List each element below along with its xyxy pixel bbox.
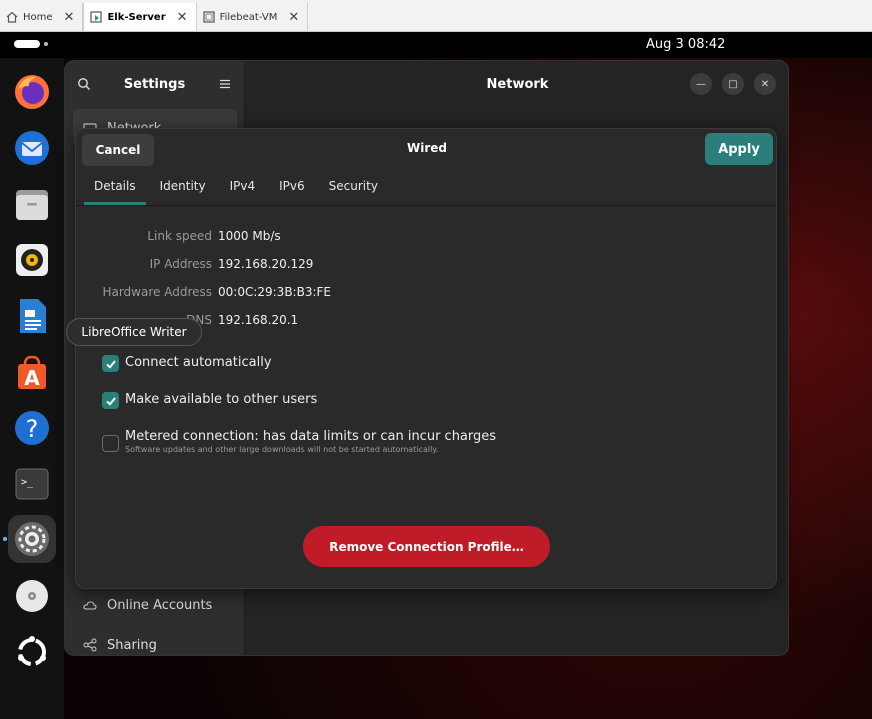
vm-tab-home[interactable]: Home ✕ (0, 3, 84, 31)
dock-settings[interactable] (8, 515, 56, 563)
detail-row-ip-address: IP Address 192.168.20.129 (76, 257, 776, 275)
tab-security[interactable]: Security (319, 175, 388, 205)
apply-button[interactable]: Apply (705, 133, 773, 165)
option-label: Metered connection: has data limits or c… (125, 429, 497, 444)
checkmark-icon (105, 359, 116, 369)
tab-identity[interactable]: Identity (150, 175, 216, 205)
workspace-dot-icon (44, 42, 48, 46)
wired-dialog: Cancel Wired Apply Details Identity IPv4… (75, 128, 777, 589)
checkbox-checked[interactable] (102, 355, 119, 372)
help-icon: ? (15, 411, 49, 445)
option-sublabel: Software updates and other large downloa… (125, 445, 439, 454)
detail-value: 192.168.20.129 (218, 257, 314, 271)
vm-tab-label: Filebeat-VM (219, 11, 278, 23)
option-label: Connect automatically (125, 355, 272, 370)
dock: A ? >_ (0, 58, 64, 719)
tabs-divider (76, 205, 776, 206)
vm-tab-filebeat[interactable]: Filebeat-VM ✕ (197, 3, 309, 31)
close-icon: ✕ (760, 78, 770, 90)
svg-text:A: A (24, 366, 40, 390)
sidebar-item-label: Online Accounts (107, 597, 213, 613)
dock-app-center[interactable]: A (8, 348, 56, 396)
thunderbird-icon (15, 131, 49, 165)
top-bar: Aug 3 08:42 (0, 32, 872, 58)
close-icon[interactable]: ✕ (64, 10, 75, 25)
available-to-other-users-option[interactable]: Make available to other users (102, 392, 317, 409)
vm-tab-label: Elk-Server (107, 11, 166, 23)
home-icon (6, 11, 18, 23)
dialog-title: Wired (407, 141, 447, 155)
vm-running-icon (90, 11, 103, 23)
minimize-icon: — (696, 78, 706, 90)
settings-gear-icon (15, 522, 49, 556)
dock-terminal[interactable]: >_ (8, 460, 56, 508)
tab-details[interactable]: Details (84, 175, 146, 205)
window-controls: — □ ✕ (690, 73, 776, 95)
tab-ipv4[interactable]: IPv4 (220, 175, 266, 205)
ubuntu-logo-icon (18, 636, 46, 666)
dock-libreoffice-writer[interactable] (8, 292, 56, 340)
checkbox-checked[interactable] (102, 392, 119, 409)
activities-button[interactable] (14, 40, 48, 48)
detail-label: Hardware Address (102, 285, 212, 299)
metered-connection-option[interactable]: Metered connection: has data limits or c… (102, 429, 496, 454)
sidebar-item-sharing[interactable]: Sharing (73, 626, 237, 655)
option-label: Make available to other users (125, 392, 318, 407)
dock-thunderbird[interactable] (8, 124, 56, 172)
workspace-indicator-icon (14, 40, 40, 48)
checkbox-unchecked[interactable] (102, 435, 119, 452)
cloud-icon (83, 601, 97, 610)
sidebar-title: Settings (123, 76, 186, 92)
sidebar-header: Settings (65, 61, 244, 107)
vm-tab-strip: Home ✕ Elk-Server ✕ Filebeat-VM ✕ (0, 0, 872, 32)
search-icon[interactable] (77, 77, 91, 91)
detail-row-link-speed: Link speed 1000 Mb/s (76, 229, 776, 247)
svg-text:>_: >_ (21, 477, 34, 488)
files-icon (16, 190, 48, 220)
detail-row-hardware-address: Hardware Address 00:0C:29:3B:B3:FE (76, 285, 776, 303)
running-indicator-icon (3, 537, 7, 541)
close-window-button[interactable]: ✕ (754, 73, 776, 95)
option-text: Metered connection: has data limits or c… (125, 429, 496, 454)
terminal-icon: >_ (15, 468, 49, 500)
dock-tooltip: LibreOffice Writer (66, 318, 202, 346)
checkmark-icon (105, 396, 116, 406)
close-icon[interactable]: ✕ (177, 10, 188, 25)
libreoffice-writer-icon (20, 299, 46, 333)
dialog-tabs: Details Identity IPv4 IPv6 Security (84, 175, 392, 205)
dock-show-apps[interactable] (8, 628, 56, 676)
dvd-icon (16, 580, 48, 612)
tab-ipv6[interactable]: IPv6 (269, 175, 315, 205)
remove-connection-profile-button[interactable]: Remove Connection Profile… (303, 526, 550, 567)
detail-label: Link speed (147, 229, 212, 243)
detail-value: 00:0C:29:3B:B3:FE (218, 285, 331, 299)
dialog-header: Cancel Wired Apply (76, 129, 776, 175)
firefox-icon (15, 75, 49, 109)
sidebar-item-online-accounts[interactable]: Online Accounts (73, 586, 237, 624)
clock[interactable]: Aug 3 08:42 (646, 37, 725, 52)
vm-tab-label: Home (23, 11, 53, 23)
detail-label: IP Address (149, 257, 212, 271)
maximize-button[interactable]: □ (722, 73, 744, 95)
connect-automatically-option[interactable]: Connect automatically (102, 355, 272, 372)
detail-value: 192.168.20.1 (218, 313, 299, 327)
close-icon[interactable]: ✕ (288, 10, 299, 25)
vm-tab-elk-server[interactable]: Elk-Server ✕ (83, 3, 197, 31)
maximize-icon: □ (728, 78, 738, 90)
rhythmbox-icon (16, 244, 48, 276)
svg-text:?: ? (26, 415, 39, 443)
app-center-icon: A (18, 355, 46, 390)
sidebar-item-label: Sharing (107, 637, 157, 653)
vm-icon (202, 11, 215, 23)
share-icon (83, 638, 97, 652)
detail-value: 1000 Mb/s (218, 229, 281, 243)
dock-rhythmbox[interactable] (8, 236, 56, 284)
dock-dvd[interactable] (8, 572, 56, 620)
minimize-button[interactable]: — (690, 73, 712, 95)
dock-files[interactable] (8, 180, 56, 228)
menu-icon[interactable] (218, 77, 232, 91)
dock-firefox[interactable] (8, 68, 56, 116)
dock-help[interactable]: ? (8, 404, 56, 452)
